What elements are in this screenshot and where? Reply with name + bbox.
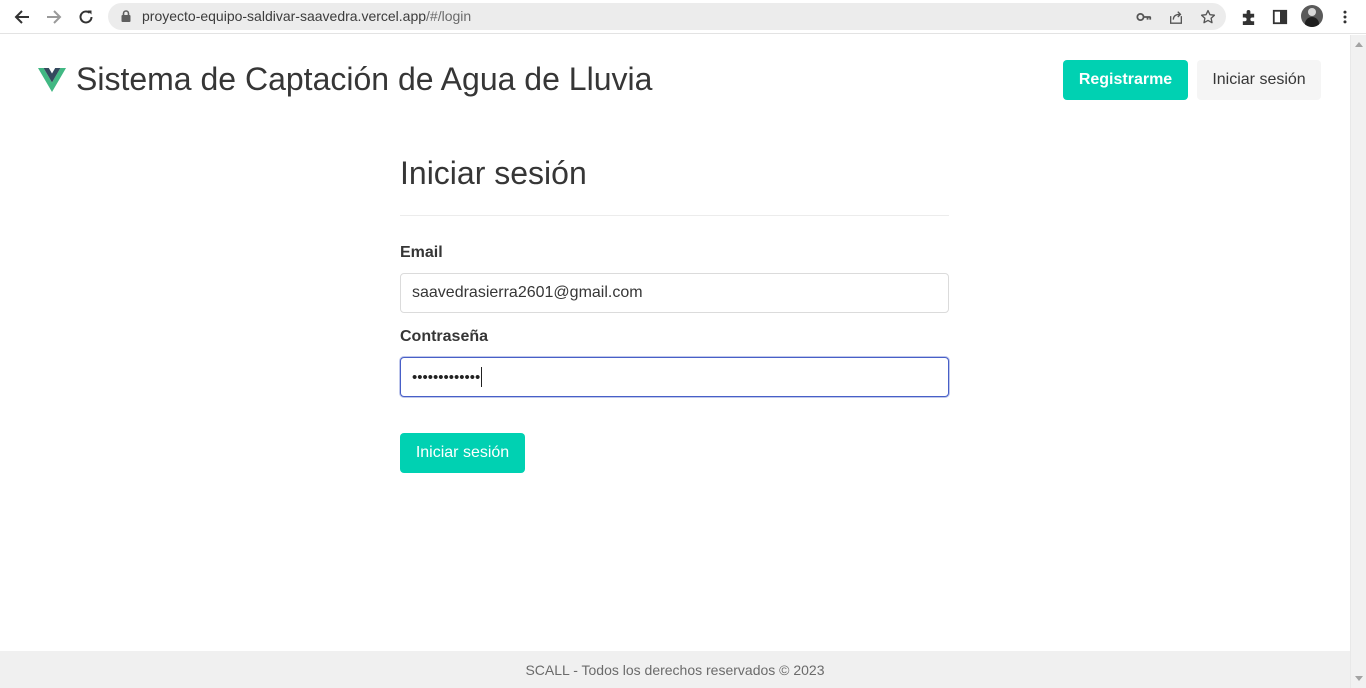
email-value: saavedrasierra2601@gmail.com	[412, 284, 643, 301]
register-button[interactable]: Registrarme	[1063, 60, 1188, 100]
lock-icon[interactable]	[119, 9, 133, 23]
password-label: Contraseña	[400, 328, 489, 345]
address-bar[interactable]: proyecto-equipo-saldivar-saavedra.vercel…	[108, 3, 1226, 30]
reload-icon[interactable]	[74, 5, 98, 29]
divider	[400, 215, 949, 216]
password-field[interactable]: •••••••••••••	[400, 357, 949, 397]
forward-icon[interactable]	[42, 5, 66, 29]
url-path: /#/login	[426, 8, 472, 24]
password-value: •••••••••••••	[412, 368, 481, 386]
scroll-up-arrow-icon[interactable]	[1355, 42, 1363, 47]
site-title[interactable]: Sistema de Captación de Agua de Lluvia	[76, 61, 652, 98]
back-icon[interactable]	[10, 5, 34, 29]
avatar[interactable]	[1301, 5, 1323, 27]
login-nav-button[interactable]: Iniciar sesión	[1197, 60, 1321, 100]
star-icon[interactable]	[1199, 8, 1217, 26]
vue-logo-icon[interactable]	[38, 68, 66, 92]
side-panel-icon[interactable]	[1269, 6, 1291, 28]
url-text[interactable]: proyecto-equipo-saldivar-saavedra.vercel…	[142, 8, 471, 24]
share-icon[interactable]	[1167, 8, 1185, 26]
text-caret	[481, 367, 483, 387]
key-icon[interactable]	[1135, 8, 1153, 26]
extensions-icon[interactable]	[1237, 6, 1259, 28]
login-submit-button[interactable]: Iniciar sesión	[400, 433, 525, 473]
email-field[interactable]: saavedrasierra2601@gmail.com	[400, 273, 949, 313]
footer-text: SCALL - Todos los derechos reservados © …	[525, 661, 825, 678]
scrollbar[interactable]	[1350, 35, 1366, 688]
form-title: Iniciar sesión	[400, 155, 587, 191]
url-host: proyecto-equipo-saldivar-saavedra.vercel…	[142, 8, 427, 24]
scroll-down-arrow-icon[interactable]	[1355, 676, 1363, 681]
page: Sistema de Captación de Agua de Lluvia R…	[0, 35, 1350, 688]
email-label: Email	[400, 244, 443, 261]
browser-toolbar: proyecto-equipo-saldivar-saavedra.vercel…	[0, 0, 1366, 34]
more-icon[interactable]	[1334, 6, 1356, 28]
footer: SCALL - Todos los derechos reservados © …	[0, 651, 1350, 688]
